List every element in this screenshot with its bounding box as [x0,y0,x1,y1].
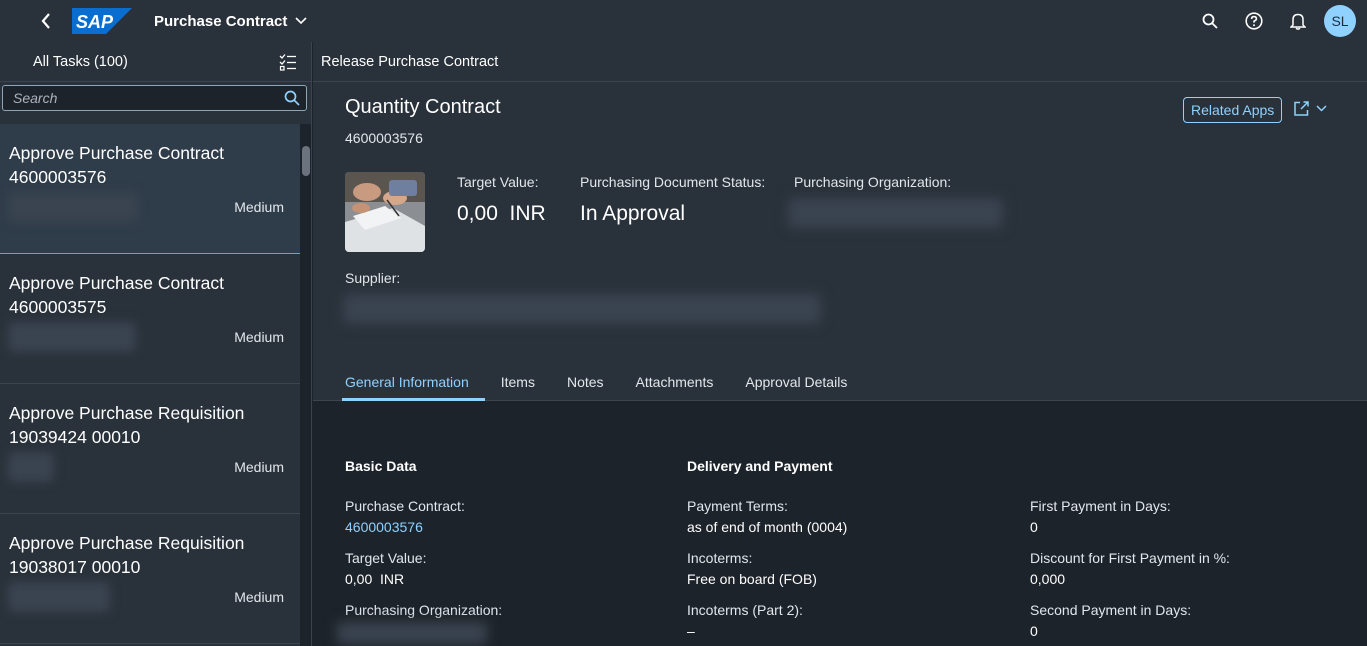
task-list-panel: All Tasks (100) Approve Purchase Contrac… [0,42,312,646]
multi-select-icon[interactable] [279,53,297,71]
shell-bar: SAP Purchase Contract SL [0,0,1367,42]
field-target-value: Target Value: 0,00 INR [345,550,426,587]
list-item-title: Approve Purchase Contract 4600003576 [9,143,224,187]
list-item-priority: Medium [234,459,284,475]
search-button[interactable] [1188,0,1232,42]
list-item[interactable]: Approve Purchase Requisition 19038017 00… [0,514,300,644]
chevron-down-icon [295,17,307,25]
redacted-text [337,622,487,644]
list-item-title: Approve Purchase Requisition 19039424 00… [9,403,245,447]
kpi-label: Target Value: [457,174,539,190]
share-menu-button[interactable] [1293,100,1327,117]
field-second-payment-days: Second Payment in Days: 0 [1030,602,1191,639]
field-label: Discount for First Payment in %: [1030,550,1230,566]
object-subtitle: 4600003576 [345,130,423,146]
tab-items[interactable]: Items [485,363,551,401]
app-title-menu[interactable]: Purchase Contract [154,13,307,30]
object-title: Quantity Contract [345,96,501,118]
contract-image [345,172,425,252]
related-apps-button[interactable]: Related Apps [1183,97,1283,123]
list-scrollbar[interactable] [300,124,311,646]
kpi-value: In Approval [580,202,686,225]
share-icon [1294,101,1309,116]
field-incoterms: Incoterms: Free on board (FOB) [687,550,817,587]
field-value: – [687,623,695,639]
supplier-label: Supplier: [345,270,401,286]
list-item-priority: Medium [234,329,284,345]
field-label: Incoterms: [687,550,753,566]
field-label: Purchasing Organization: [345,602,503,618]
kpi-label: Purchasing Organization: [794,174,952,190]
object-header: Quantity Contract 4600003576 Related App… [313,82,1367,401]
field-purchasing-org: Purchasing Organization: [345,602,502,618]
field-value: 0 [1030,519,1038,535]
task-list-title: All Tasks (100) [33,53,128,70]
search-icon [1202,13,1218,29]
list-item-title: Approve Purchase Contract 4600003575 [9,273,224,317]
chevron-left-icon [41,13,50,29]
task-list-header: All Tasks (100) [0,42,311,82]
redacted-text [8,582,110,612]
tab-notes[interactable]: Notes [551,363,620,401]
tab-general-information[interactable]: General Information [342,363,485,401]
field-value: Free on board (FOB) [687,571,817,587]
redacted-text [8,192,138,222]
app-title: Purchase Contract [154,12,288,30]
field-label: First Payment in Days: [1030,498,1171,514]
list-item[interactable]: Approve Purchase Requisition 19039424 00… [0,384,300,514]
search-field[interactable] [2,85,307,111]
field-value: as of end of month (0004) [687,519,848,535]
field-label: Second Payment in Days: [1030,602,1192,618]
sap-logo-text: SAP [76,12,114,32]
general-information-content: Basic Data Purchase Contract: 4600003576… [313,402,1367,646]
tab-approval-details[interactable]: Approval Details [729,363,863,401]
search-input[interactable] [13,90,284,106]
list-item-priority: Medium [234,199,284,215]
field-label: Payment Terms: [687,498,788,514]
task-list: Approve Purchase Contract 4600003576 Med… [0,124,300,644]
kpi-target-value: Target Value: 0,00 INR [457,174,546,226]
field-purchase-contract: Purchase Contract: 4600003576 [345,498,465,535]
field-label: Target Value: [345,550,427,566]
field-payment-terms: Payment Terms: as of end of month (0004) [687,498,847,535]
redacted-text [788,198,1003,228]
purchase-contract-link[interactable]: 4600003576 [345,519,465,535]
tab-bar: General Information Items Notes Attachme… [342,363,863,401]
sap-logo: SAP [72,8,132,34]
kpi-value: 0,00 INR [457,202,546,225]
kpi-purchasing-org: Purchasing Organization: [794,174,951,190]
detail-panel: Release Purchase Contract Quantity Contr… [313,42,1367,646]
back-button[interactable] [36,0,56,42]
tab-attachments[interactable]: Attachments [620,363,730,401]
redacted-text [343,294,821,324]
field-label: Purchase Contract: [345,498,465,514]
help-icon [1245,12,1263,30]
section-title-delivery-payment: Delivery and Payment [687,458,833,474]
detail-title: Release Purchase Contract [321,53,499,70]
help-button[interactable] [1232,0,1276,42]
kpi-document-status: Purchasing Document Status: In Approval [580,174,765,226]
detail-title-bar: Release Purchase Contract [313,42,1367,82]
field-label: Incoterms (Part 2): [687,602,803,618]
user-avatar[interactable]: SL [1324,5,1356,37]
kpi-label: Purchasing Document Status: [580,174,766,190]
field-value: 0,000 [1030,571,1066,587]
bell-icon [1290,13,1306,30]
search-icon[interactable] [284,90,300,106]
redacted-text [8,322,136,352]
field-incoterms-part2: Incoterms (Part 2): – [687,602,803,639]
list-item[interactable]: Approve Purchase Contract 4600003576 Med… [0,124,300,254]
field-discount-first-payment: Discount for First Payment in %: 0,000 [1030,550,1230,587]
field-first-payment-days: First Payment in Days: 0 [1030,498,1171,535]
list-item-title: Approve Purchase Requisition 19038017 00… [9,533,245,577]
list-item-priority: Medium [234,589,284,605]
scrollbar-thumb[interactable] [302,146,310,176]
field-value: 0 [1030,623,1038,639]
redacted-text [8,452,54,482]
field-value: 0,00 INR [345,571,405,587]
notifications-button[interactable] [1276,0,1320,42]
chevron-down-icon [1316,105,1327,112]
section-title-basic-data: Basic Data [345,458,417,474]
list-item[interactable]: Approve Purchase Contract 4600003575 Med… [0,254,300,384]
